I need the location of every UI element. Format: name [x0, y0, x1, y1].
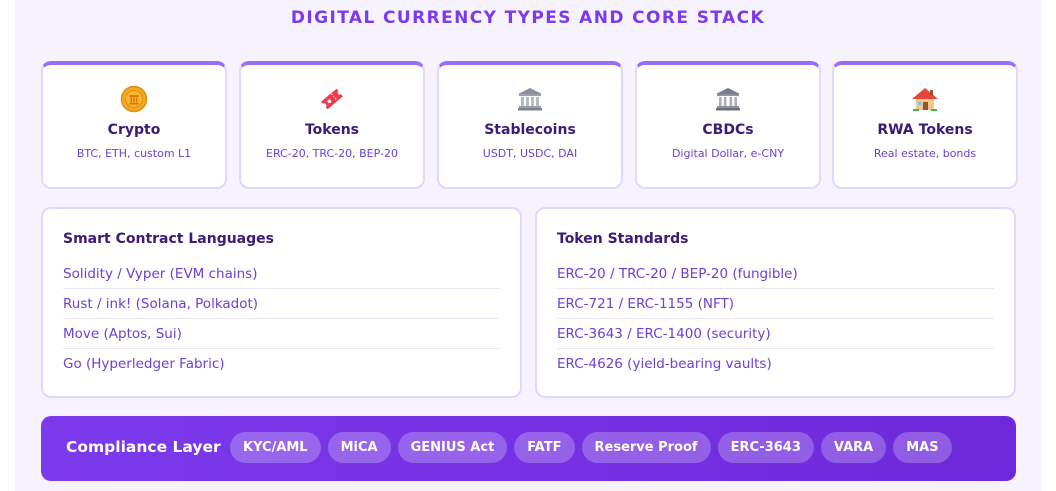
- chip-genius-act: GENIUS Act: [397, 432, 508, 463]
- card-description: BTC, ETH, custom L1: [76, 147, 192, 160]
- card-crypto: Crypto BTC, ETH, custom L1: [41, 61, 227, 189]
- card-description: Digital Dollar, e-CNY: [671, 147, 785, 160]
- panel-heading: Token Standards: [557, 231, 689, 247]
- card-title: CBDCs: [702, 122, 754, 138]
- list-item: ERC-721 / ERC-1155 (NFT): [557, 289, 994, 319]
- card-tokens: Tokens ERC-20, TRC-20, BEP-20: [239, 61, 425, 189]
- standards-list: ERC-20 / TRC-20 / BEP-20 (fungible) ERC-…: [557, 259, 994, 379]
- chip-reserve-proof: Reserve Proof: [581, 432, 711, 463]
- compliance-label: Compliance Layer: [66, 438, 221, 456]
- card-title: Stablecoins: [484, 122, 576, 138]
- chip-kyc-aml: KYC/AML: [230, 432, 321, 463]
- bank-icon: [518, 88, 542, 111]
- chip-mica: MiCA: [327, 432, 391, 463]
- house-icon: [912, 88, 938, 111]
- smart-contract-languages-panel: Smart Contract Languages Solidity / Vype…: [41, 207, 522, 398]
- page-title: DIGITAL CURRENCY TYPES AND CORE STACK: [290, 8, 766, 28]
- card-title: Tokens: [304, 122, 360, 138]
- coin-icon: [120, 85, 148, 113]
- classical-building-icon: [716, 88, 740, 111]
- compliance-chips: KYC/AML MiCA GENIUS Act FATF Reserve Pro…: [230, 432, 952, 463]
- language-list: Solidity / Vyper (EVM chains) Rust / ink…: [63, 259, 500, 379]
- card-title: Crypto: [107, 122, 161, 138]
- card-description: USDT, USDC, DAI: [482, 147, 578, 160]
- list-item: Go (Hyperledger Fabric): [63, 356, 225, 372]
- list-item: Rust / ink! (Solana, Polkadot): [63, 289, 500, 319]
- card-description: ERC-20, TRC-20, BEP-20: [266, 147, 398, 160]
- list-item: ERC-4626 (yield-bearing vaults): [557, 356, 772, 372]
- chip-mas: MAS: [893, 432, 952, 463]
- card-cbdcs: CBDCs Digital Dollar, e-CNY: [635, 61, 821, 189]
- compliance-layer-bar: Compliance Layer KYC/AML MiCA GENIUS Act…: [41, 416, 1016, 481]
- chip-vara: VARA: [820, 432, 887, 463]
- chip-fatf: FATF: [514, 432, 575, 463]
- list-item: ERC-3643 / ERC-1400 (security): [557, 319, 994, 349]
- panel-heading: Smart Contract Languages: [63, 231, 274, 247]
- ticket-icon: [321, 88, 343, 110]
- card-stablecoins: Stablecoins USDT, USDC, DAI: [437, 61, 623, 189]
- list-item: Move (Aptos, Sui): [63, 319, 500, 349]
- card-description: Real estate, bonds: [873, 147, 977, 160]
- list-item: Solidity / Vyper (EVM chains): [63, 259, 500, 289]
- card-title: RWA Tokens: [877, 122, 973, 138]
- chip-erc-3643: ERC-3643: [717, 432, 814, 463]
- list-item: ERC-20 / TRC-20 / BEP-20 (fungible): [557, 259, 994, 289]
- card-rwa-tokens: RWA Tokens Real estate, bonds: [832, 61, 1018, 189]
- token-standards-panel: Token Standards ERC-20 / TRC-20 / BEP-20…: [535, 207, 1016, 398]
